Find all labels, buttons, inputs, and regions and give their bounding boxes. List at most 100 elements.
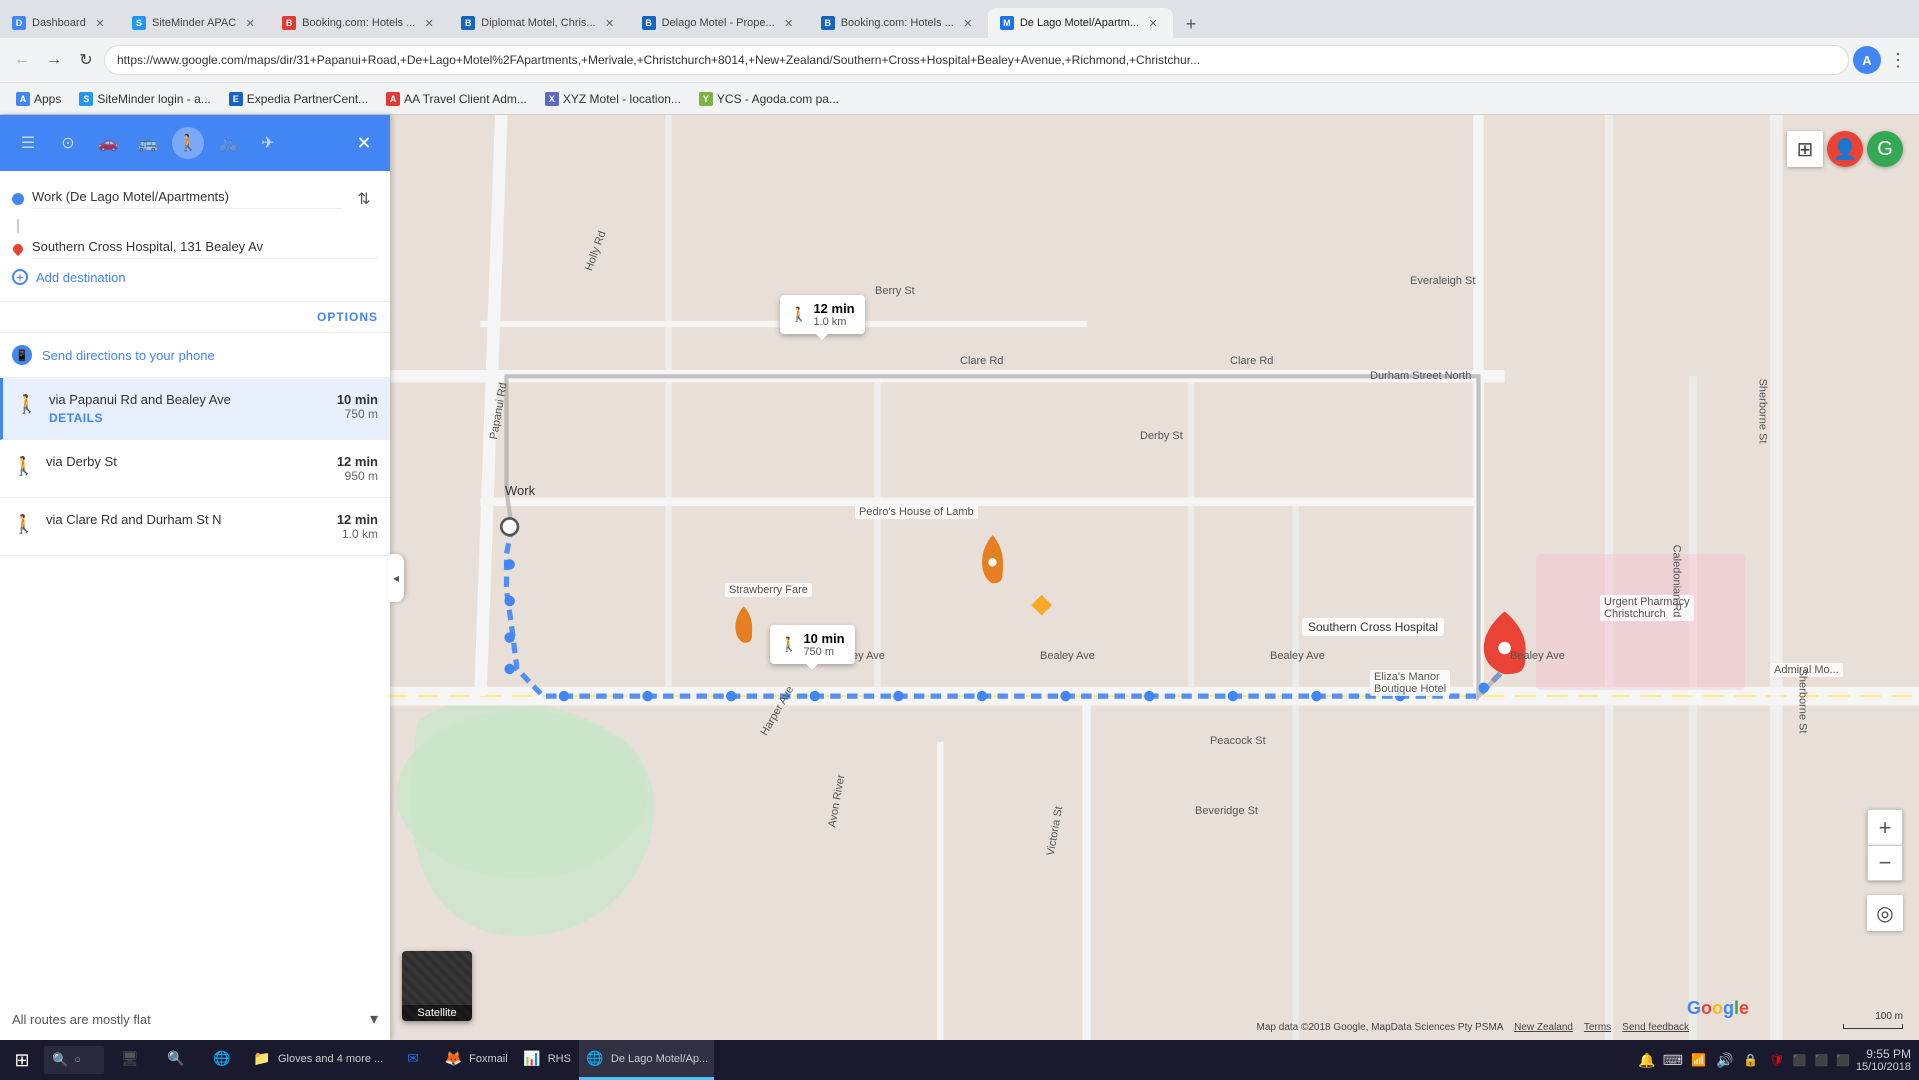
notification-icon[interactable]: 🔔	[1637, 1050, 1657, 1070]
from-input[interactable]: Work (De Lago Motel/Apartments)	[32, 189, 342, 209]
browser-menu-btn[interactable]: ⋮	[1885, 46, 1911, 75]
options-btn[interactable]: OPTIONS	[317, 310, 378, 324]
recenter-icon: ◎	[1867, 895, 1903, 931]
route-details-link-0[interactable]: DETAILS	[49, 411, 327, 425]
location-btn[interactable]: ◎	[1867, 895, 1903, 931]
route-dist-0: 750 m	[337, 407, 378, 421]
tab-close-tab5[interactable]: ✕	[781, 15, 797, 31]
profile-btn[interactable]: A	[1853, 46, 1881, 74]
route-item-r1[interactable]: 🚶 via Papanui Rd and Bealey Ave DETAILS …	[0, 378, 390, 440]
bookmark-favicon-2: E	[229, 92, 243, 106]
car-icon[interactable]: 🚗	[92, 127, 124, 159]
taskbar-app-2[interactable]: 🌐	[200, 1040, 244, 1080]
to-input[interactable]: Southern Cross Hospital, 131 Bealey Av	[32, 239, 378, 259]
hospital-label: Southern Cross Hospital	[1302, 618, 1444, 636]
taskbar-app-icon-0: 🖥	[120, 1049, 140, 1069]
shield-icon[interactable]: 🔒	[1741, 1050, 1761, 1070]
route-time-1: 12 min	[337, 454, 378, 469]
collapse-panel-btn[interactable]: ◂	[388, 554, 404, 602]
tab-tab2[interactable]: S SiteMinder APAC ✕	[120, 8, 270, 38]
taskbar-app-5[interactable]: 🦊 Foxmail	[437, 1040, 514, 1080]
tab-tab6[interactable]: B Booking.com: Hotels ... ✕	[809, 8, 988, 38]
tab-tab5[interactable]: B Delago Motel - Prope... ✕	[630, 8, 809, 38]
satellite-btn[interactable]: Satellite	[402, 951, 472, 1021]
bealey-ave-label4: Bealey Ave	[1510, 650, 1565, 662]
tab-favicon-tab1: D	[12, 16, 26, 30]
taskbar-app-4[interactable]: ✉	[391, 1040, 435, 1080]
search-bar[interactable]: 🔍 ○	[44, 1046, 104, 1074]
route-bubble-12min[interactable]: 🚶 12 min 1.0 km	[780, 295, 865, 334]
route-time-dist-1: 12 min 950 m	[337, 454, 378, 483]
route-item-r2[interactable]: 🚶 via Derby St 12 min 950 m	[0, 440, 390, 498]
forward-btn[interactable]: →	[40, 46, 68, 74]
tray-icon3[interactable]: ⬛	[1836, 1054, 1850, 1067]
address-bar[interactable]: https://www.google.com/maps/dir/31+Papan…	[104, 45, 1849, 75]
taskbar-apps: 🖥 🔍 🌐 📁 Gloves and 4 more ... ✉ 🦊 Foxmai…	[108, 1040, 1629, 1080]
taskbar-app-7[interactable]: 🌐 De Lago Motel/Ap...	[579, 1040, 714, 1080]
route-time-0: 10 min	[337, 392, 378, 407]
profile-map-btn[interactable]: 👤	[1827, 131, 1863, 167]
route-item-r3[interactable]: 🚶 via Clare Rd and Durham St N 12 min 1.…	[0, 498, 390, 556]
send-feedback-link[interactable]: Send feedback	[1622, 1022, 1689, 1033]
search-icon: 🔍	[52, 1052, 68, 1068]
route-bubble-10min[interactable]: 🚶 10 min 750 m	[770, 625, 855, 664]
options-bar: OPTIONS	[0, 302, 390, 333]
tab-close-tab7[interactable]: ✕	[1145, 15, 1161, 31]
send-directions-btn[interactable]: 📱 Send directions to your phone	[0, 333, 390, 378]
route-via-0: via Papanui Rd and Bealey Ave	[49, 392, 327, 407]
taskbar-app-0[interactable]: 🖥	[108, 1040, 152, 1080]
taskbar-app-1[interactable]: 🔍	[154, 1040, 198, 1080]
tab-tab4[interactable]: B Diplomat Motel, Chris... ✕	[449, 8, 629, 38]
tray-icon2[interactable]: ⬛	[1815, 1054, 1829, 1067]
bookmark-1[interactable]: S SiteMinder login - a...	[71, 90, 218, 108]
clock[interactable]: 9:55 PM 15/10/2018	[1856, 1047, 1911, 1073]
walk-icon[interactable]: 🚶	[172, 127, 204, 159]
tab-close-tab3[interactable]: ✕	[421, 15, 437, 31]
back-btn[interactable]: ←	[8, 46, 36, 74]
tab-close-tab6[interactable]: ✕	[960, 15, 976, 31]
tab-tab7[interactable]: M De Lago Motel/Apartm... ✕	[988, 8, 1173, 38]
map-area[interactable]: Pedro's House of Lamb Strawberry Fare El…	[390, 115, 1919, 1041]
tab-close-tab2[interactable]: ✕	[242, 15, 258, 31]
swap-btn[interactable]: ⇅	[350, 185, 378, 213]
zoom-in-btn[interactable]: +	[1867, 809, 1903, 845]
plane-icon[interactable]: ✈	[252, 127, 284, 159]
taskbar-app-6[interactable]: 📊 RHS	[516, 1040, 577, 1080]
new-tab-btn[interactable]: +	[1177, 10, 1205, 38]
route-time-dist-0: 10 min 750 m	[337, 392, 378, 421]
bookmark-2[interactable]: E Expedia PartnerCent...	[221, 90, 376, 108]
bookmark-5[interactable]: Y YCS - Agoda.com pa...	[691, 90, 847, 108]
volume-icon[interactable]: 🔊	[1715, 1050, 1735, 1070]
antivirus-icon[interactable]: 🛡	[1767, 1050, 1787, 1070]
bookmark-0[interactable]: A Apps	[8, 90, 69, 108]
menu-icon[interactable]: ☰	[12, 127, 44, 159]
google-account-btn[interactable]: G	[1867, 131, 1903, 167]
bookmark-4[interactable]: X XYZ Motel - location...	[537, 90, 689, 108]
close-directions-btn[interactable]: ✕	[350, 129, 378, 157]
terms-link[interactable]: Terms	[1584, 1022, 1611, 1033]
tab-tab1[interactable]: D Dashboard ✕	[0, 8, 120, 38]
keyboard-icon[interactable]: ⌨	[1663, 1050, 1683, 1070]
bookmark-3[interactable]: A AA Travel Client Adm...	[378, 90, 535, 108]
grid-view-btn[interactable]: ⊞	[1787, 131, 1823, 167]
tab-close-tab1[interactable]: ✕	[92, 15, 108, 31]
reload-btn[interactable]: ↻	[72, 46, 100, 74]
taskbar: ⊞ 🔍 ○ 🖥 🔍 🌐 📁 Gloves and 4 more ... ✉ 🦊 …	[0, 1040, 1919, 1080]
flat-routes[interactable]: All routes are mostly flat ▾	[0, 997, 390, 1041]
location-icon[interactable]: ⊙	[52, 127, 84, 159]
bus-icon[interactable]: 🚌	[132, 127, 164, 159]
tab-tab3[interactable]: B Booking.com: Hotels ... ✕	[270, 8, 449, 38]
network-icon[interactable]: 📶	[1689, 1050, 1709, 1070]
sherborne-st-top-label: Sherborne St	[1756, 379, 1768, 444]
bike-icon[interactable]: 🚲	[212, 127, 244, 159]
new-zealand-link[interactable]: New Zealand	[1514, 1022, 1573, 1033]
zoom-out-btn[interactable]: −	[1867, 845, 1903, 881]
add-destination-row[interactable]: + Add destination	[12, 263, 378, 291]
taskbar-app-3[interactable]: 📁 Gloves and 4 more ...	[246, 1040, 389, 1080]
routes-list: 🚶 via Papanui Rd and Bealey Ave DETAILS …	[0, 378, 390, 997]
tab-close-tab4[interactable]: ✕	[602, 15, 618, 31]
start-btn[interactable]: ⊞	[0, 1040, 44, 1080]
route-via-2: via Clare Rd and Durham St N	[46, 512, 327, 527]
tray-icon1[interactable]: ⬛	[1793, 1054, 1807, 1067]
bookmark-favicon-1: S	[79, 92, 93, 106]
